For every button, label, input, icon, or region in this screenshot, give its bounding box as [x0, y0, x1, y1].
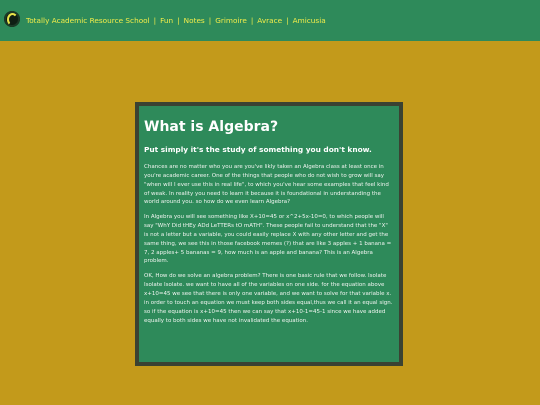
- nav-link-avrace[interactable]: Avrace: [257, 16, 282, 25]
- nav-link-home[interactable]: Totally Academic Resource School: [26, 16, 150, 25]
- article-paragraph: Chances are no matter who you are you've…: [144, 164, 389, 206]
- nav-link-notes[interactable]: Notes: [184, 16, 205, 25]
- nav-separator: |: [153, 16, 157, 25]
- article-card: What is Algebra? Put simply it's the stu…: [139, 106, 399, 362]
- article-card-frame: What is Algebra? Put simply it's the stu…: [135, 102, 403, 366]
- nav-separator: |: [286, 16, 289, 25]
- site-logo-icon[interactable]: [4, 11, 20, 27]
- article-paragraph: In Algebra you will see something like X…: [144, 214, 392, 265]
- nav-separator: |: [250, 16, 254, 25]
- nav-link-amicusia[interactable]: Amicusia: [293, 16, 326, 25]
- nav-separator: |: [177, 16, 180, 25]
- article-paragraph: OK, How do we solve an algebra problem? …: [144, 273, 393, 324]
- nav-link-fun[interactable]: Fun: [160, 16, 173, 25]
- nav-separator: |: [208, 16, 212, 25]
- top-navigation-bar: Totally Academic Resource School | Fun |…: [0, 0, 540, 41]
- nav-menu: Totally Academic Resource School | Fun |…: [26, 16, 326, 25]
- article-subtitle: Put simply it's the study of something y…: [144, 145, 372, 154]
- article-title: What is Algebra?: [144, 119, 279, 135]
- nav-link-grimoire[interactable]: Grimoire: [215, 16, 247, 25]
